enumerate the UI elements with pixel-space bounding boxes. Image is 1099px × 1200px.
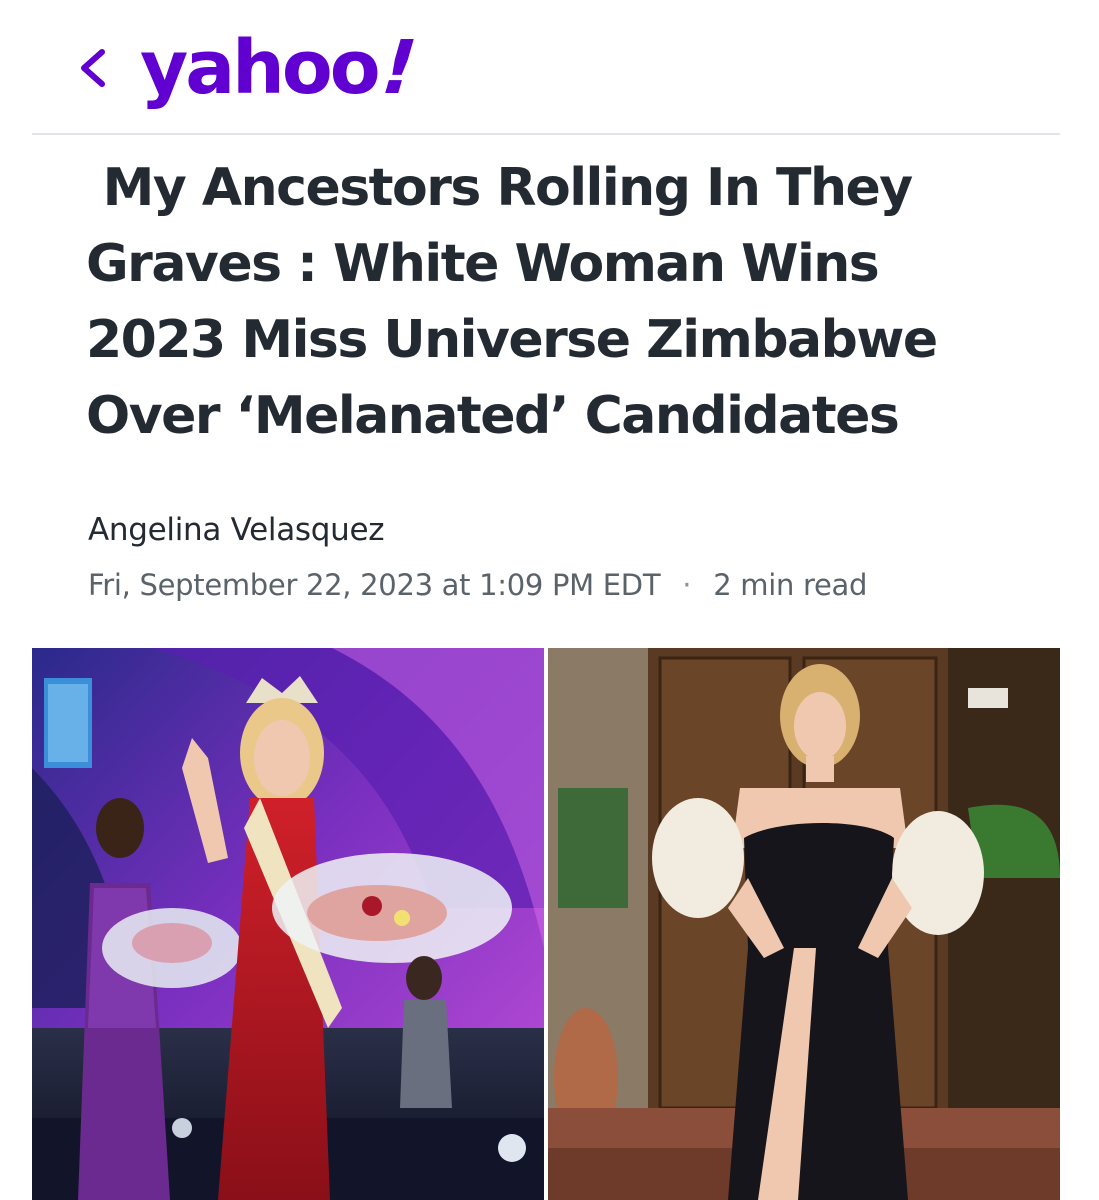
back-button[interactable] (64, 40, 120, 96)
article-meta: Fri, September 22, 2023 at 1:09 PM EDT ·… (88, 568, 867, 602)
top-bar: yahoo! (0, 0, 1099, 134)
meta-separator: · (682, 568, 692, 602)
article-author[interactable]: Angelina Velasquez (88, 512, 385, 548)
logo-text: yahoo (140, 25, 381, 111)
yahoo-logo[interactable]: yahoo! (140, 22, 425, 114)
header-divider (32, 133, 1060, 135)
black-gown-portrait-photo[interactable] (548, 648, 1060, 1200)
read-time: 2 min read (713, 568, 868, 602)
logo-mark: ! (369, 25, 425, 111)
article-title: My Ancestors Rolling In They Graves : Wh… (86, 158, 954, 446)
chevron-left-icon (81, 49, 105, 87)
pageant-crowning-photo[interactable] (32, 648, 544, 1200)
article-date: Fri, September 22, 2023 at 1:09 PM EDT (88, 568, 661, 602)
